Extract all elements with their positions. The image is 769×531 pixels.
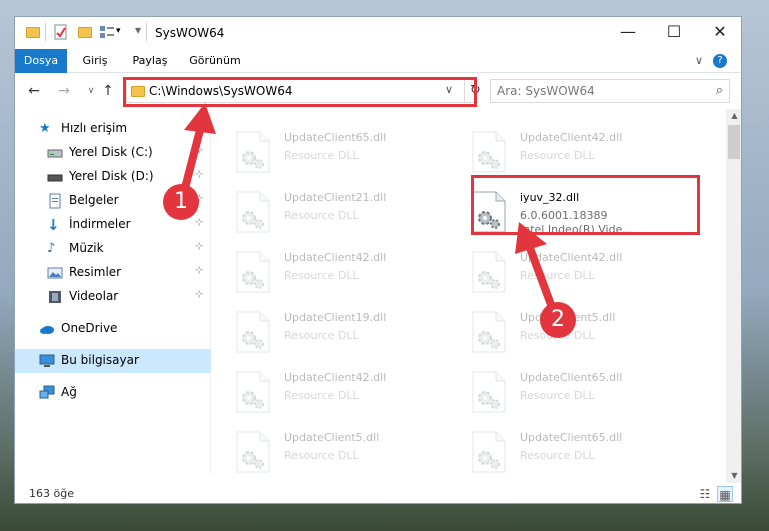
annotation-badge-1: 1 [163, 184, 199, 220]
arrow-2-shaft [526, 244, 557, 314]
arrow-1-shaft [180, 126, 204, 196]
arrow-1-head [184, 103, 216, 134]
annotation-arrows [180, 103, 557, 314]
annotation-badge-2: 2 [540, 302, 576, 338]
